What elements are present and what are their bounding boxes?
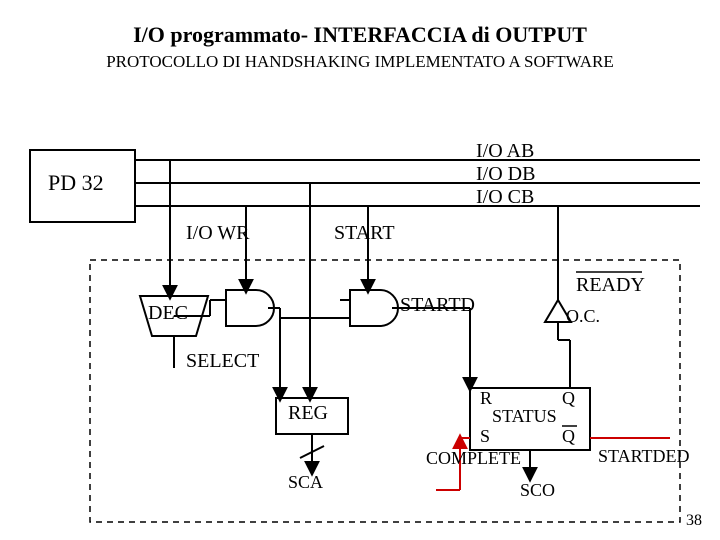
and-gate-select [226, 290, 274, 326]
sca-label: SCA [288, 472, 323, 493]
reg-label: REG [288, 402, 328, 425]
startded-label: STARTDED [598, 446, 689, 467]
start-label: START [334, 222, 395, 245]
qbar-label: Q [562, 426, 575, 447]
startd-label: STARTD [400, 294, 475, 317]
oc-label: O.C. [566, 306, 600, 327]
sco-label: SCO [520, 480, 555, 501]
status-label: STATUS [492, 406, 557, 427]
ready-label: READY [576, 274, 645, 297]
io-wr-label: I/O WR [186, 222, 250, 245]
complete-label: COMPLETE [426, 448, 521, 469]
r-label: R [480, 388, 492, 409]
s-label: S [480, 426, 490, 447]
io-db-label: I/O DB [476, 163, 535, 186]
q-label: Q [562, 388, 575, 409]
pd32-label: PD 32 [48, 170, 104, 196]
and-gate-startd [350, 290, 398, 326]
io-ab-label: I/O AB [476, 140, 534, 163]
select-label: SELECT [186, 350, 259, 373]
page-number: 38 [686, 512, 702, 530]
io-cb-label: I/O CB [476, 186, 534, 209]
dec-label: DEC [148, 302, 188, 325]
device-boundary [90, 260, 680, 522]
